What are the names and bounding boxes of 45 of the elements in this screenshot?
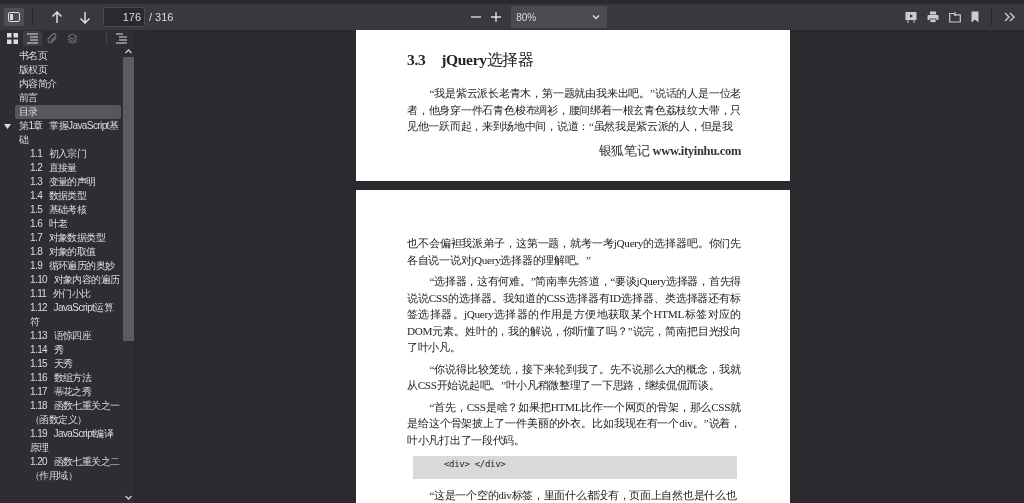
sidebar-toggle-icon[interactable] xyxy=(4,8,24,26)
outline-item[interactable]: 1.14 秀 xyxy=(26,343,123,357)
outline-item[interactable]: 1.18 函数七重关之一（函数定义） xyxy=(26,399,123,427)
outline-item[interactable]: 1.5 基础考核 xyxy=(26,203,123,217)
outline-item[interactable]: 1.4 数据类型 xyxy=(26,189,123,203)
outline-item[interactable]: 1.2 直接量 xyxy=(26,161,123,175)
outline-item[interactable]: 1.7 对象数据类型 xyxy=(26,231,123,245)
paragraph: 也不会偏袒我派弟子，这第一题，就考一考jQuery的选择器吧。你们先各自说一说对jQuery选择器的理解吧。” xyxy=(407,236,741,268)
outline-icon[interactable] xyxy=(23,30,42,46)
outline-item[interactable]: 内容简介 xyxy=(15,77,121,91)
outline-item[interactable]: 版权页 xyxy=(15,63,121,77)
expand-triangle-icon[interactable] xyxy=(4,123,11,130)
outline-item[interactable]: 1.11 外门小比 xyxy=(26,287,123,301)
outline-item[interactable]: 1.20 函数七重关之二（作用域） xyxy=(26,455,123,483)
outline-item[interactable]: 1.16 数组方法 xyxy=(26,371,123,385)
outline-item[interactable]: 1.13 语惊四座 xyxy=(26,329,123,343)
outline-item[interactable]: 书名页 xyxy=(15,49,121,63)
outline-item[interactable]: 1.19 JavaScript编译原理 xyxy=(26,427,123,455)
page-footer: 银狐笔记 www.ityinhu.com xyxy=(407,142,741,160)
scroll-down-icon[interactable] xyxy=(125,495,132,500)
chevron-down-icon xyxy=(592,14,601,20)
outline-item[interactable]: 1.8 对象的取值 xyxy=(26,245,123,259)
outline-item[interactable]: 前言 xyxy=(15,91,121,105)
outline-item[interactable]: 1.12 JavaScript运算符 xyxy=(26,301,123,329)
outline-item[interactable]: 1.1 初入宗门 xyxy=(26,147,123,161)
paragraph: “你说得比较笼统，接下来轮到我了。先不说那么大的概念，我就从CSS开始说起吧。”叶小凡稍微整理了一下思路，继续侃侃而谈。 xyxy=(407,361,741,393)
section-heading: 3.3 jQuery选择器 xyxy=(407,50,535,70)
outline-item[interactable]: 目录 xyxy=(15,105,121,119)
outline-item[interactable]: 第1章 掌握JavaScript基础 xyxy=(15,119,121,147)
outline-item[interactable]: 1.17 蒂花之秀 xyxy=(26,385,123,399)
paragraph: “我是紫云派长老青木，第一题就由我来出吧。”说话的人是一位老者，他身穿一件石青色梭布绸衫，腰间绑着一根玄青色荔枝纹大带，只见他一跃而起，来到场地中间，说道：“虽然我是紫云派的人，但是我 xyxy=(407,86,741,134)
outline-item[interactable]: 1.3 变量的声明 xyxy=(26,175,123,189)
outline-item[interactable]: 1.15 天秀 xyxy=(26,357,123,371)
page-number-field[interactable]: 176 xyxy=(103,7,145,27)
scroll-up-icon[interactable] xyxy=(125,49,132,54)
paragraph: “首先，CSS是啥？如果把HTML比作一个网页的骨架，那么CSS就是给这个骨架披上了一件美丽的外衣。比如我现在有一个div。”说着，叶小凡打出了一段代码。 xyxy=(407,399,741,448)
outline-item[interactable]: 1.6 叶老 xyxy=(26,217,123,231)
outline-item[interactable]: 1.9 循环遍历的奥妙 xyxy=(26,259,123,273)
code-block: <div> </div> xyxy=(413,456,737,479)
page-count: / 316 xyxy=(149,11,174,23)
scrollbar[interactable] xyxy=(123,46,134,503)
paragraph: “选择器，这有何难。”简南率先答道，“要谈jQuery选择器，首先得说说CSS的选择器。我知道的CSS选择器有ID选择器、类选择器还有标签选择器。jQuery选择器的作用是方便地获取某个HTML标签对应的DOM元素。姓叶的，我的解说，你听懂了吗？”说完，简南把目光投向了叶小凡。 xyxy=(407,274,741,355)
outline-item[interactable]: 1.10 对象内容的遍历 xyxy=(26,273,123,287)
paragraph: “这是一个空的div标签，里面什么都没有，页面上自然也是什么也 xyxy=(428,488,738,503)
zoom-dropdown[interactable]: 80% xyxy=(511,6,608,28)
